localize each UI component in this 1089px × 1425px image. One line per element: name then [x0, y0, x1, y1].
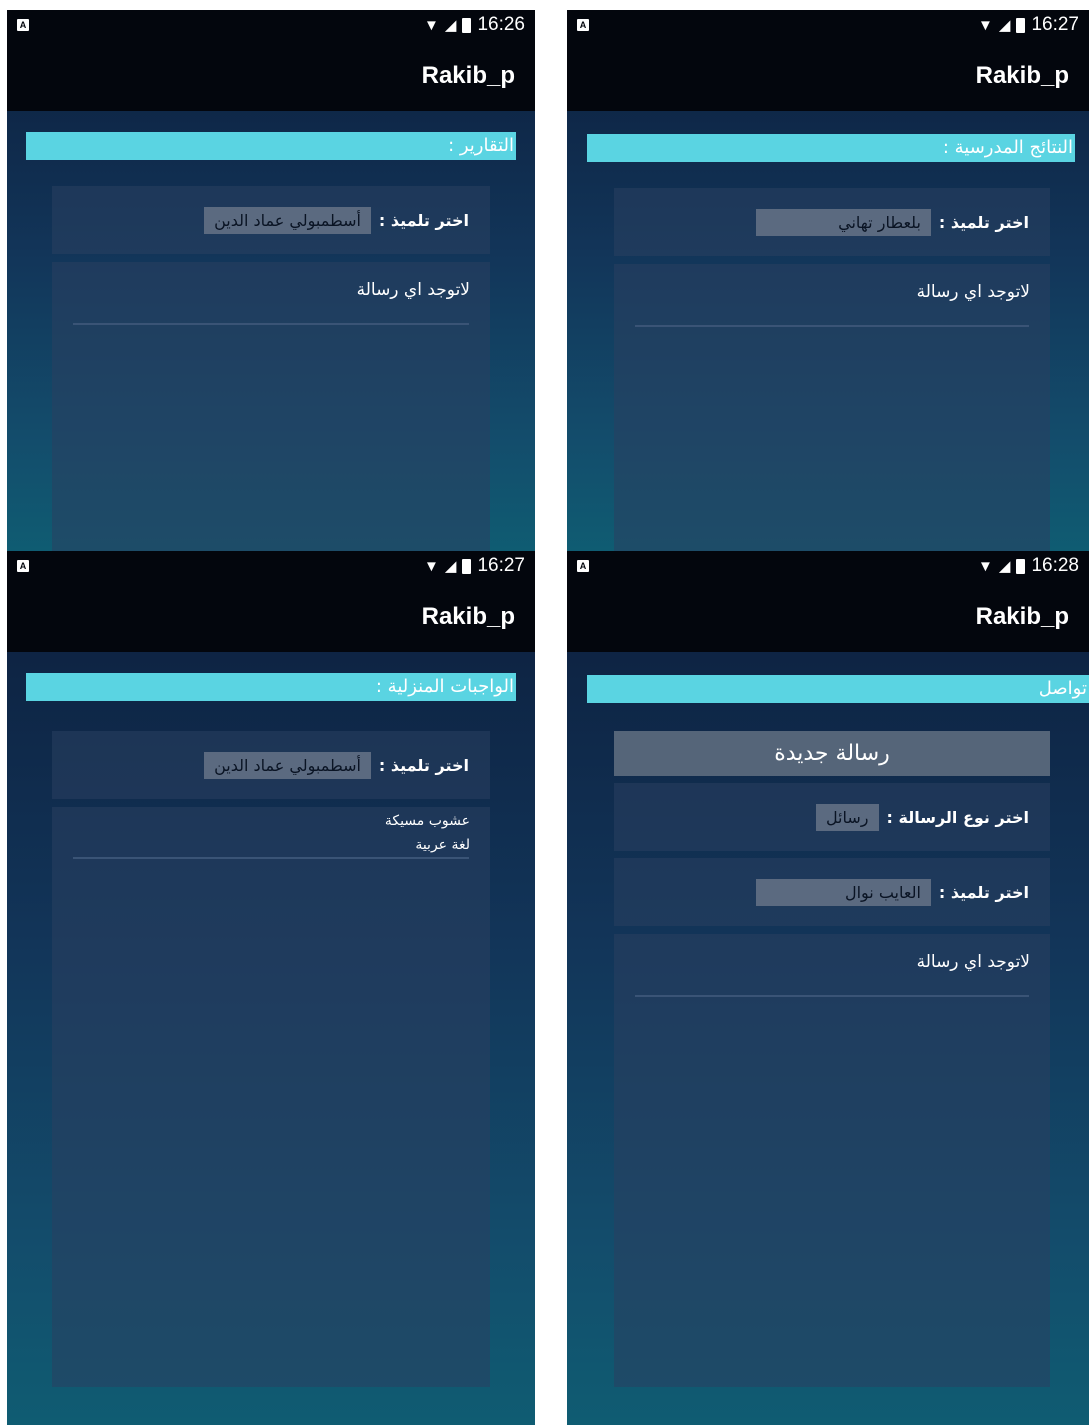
messages-panel: لاتوجد اي رسالة — [614, 934, 1050, 1387]
signal-icon: ◢ — [444, 16, 457, 34]
student-picker-row: اختر تلميذ : أسطمبولي عماد الدين — [52, 186, 490, 254]
section-title: الواجبات المنزلية : — [26, 673, 516, 701]
messages-panel: لاتوجد اي رسالة — [614, 264, 1050, 551]
divider — [635, 995, 1029, 997]
status-bar: A ▼ ◢ 16:28 — [567, 551, 1089, 581]
wifi-icon: ▼ — [424, 557, 439, 575]
app-title: Rakib_p — [567, 40, 1089, 111]
status-bar: A ▼ ◢ 16:27 — [567, 10, 1089, 40]
section-title: التقارير : — [26, 132, 516, 160]
empty-message-text: لاتوجد اي رسالة — [356, 280, 470, 300]
student-picker-label: اختر تلميذ : — [938, 212, 1029, 232]
message-type-label: اختر نوع الرسالة : — [886, 807, 1029, 827]
status-bar: A ▼ ◢ 16:26 — [7, 10, 535, 40]
empty-message-text: لاتوجد اي رسالة — [916, 952, 1030, 972]
status-time: 16:26 — [477, 14, 525, 35]
status-time: 16:28 — [1031, 555, 1079, 576]
section-title: النتائج المدرسية : — [587, 134, 1075, 162]
divider — [73, 323, 469, 325]
battery-charging-icon — [462, 558, 472, 574]
status-time: 16:27 — [1031, 14, 1079, 35]
student-picker-dropdown[interactable]: أسطمبولي عماد الدين — [204, 206, 371, 234]
homework-panel: عشوب مسيكة لغة عربية — [52, 807, 490, 1387]
screen-school-results: A ▼ ◢ 16:27 Rakib_p النتائج المدرسية : ا… — [567, 10, 1089, 551]
wifi-icon: ▼ — [978, 16, 993, 34]
student-picker-dropdown[interactable]: أسطمبولي عماد الدين — [204, 751, 371, 779]
android-notification-icon: A — [17, 19, 29, 31]
android-notification-icon: A — [17, 560, 29, 572]
new-message-button[interactable]: رسالة جديدة — [614, 731, 1050, 776]
empty-message-text: لاتوجد اي رسالة — [916, 282, 1030, 302]
screen-homework: A ▼ ◢ 16:27 Rakib_p الواجبات المنزلية : … — [7, 551, 535, 1425]
student-picker-label: اختر تلميذ : — [378, 755, 469, 775]
app-title: Rakib_p — [7, 581, 535, 652]
messages-panel: لاتوجد اي رسالة — [52, 262, 490, 551]
status-time: 16:27 — [477, 555, 525, 576]
wifi-icon: ▼ — [424, 16, 439, 34]
status-bar: A ▼ ◢ 16:27 — [7, 551, 535, 581]
student-picker-row: اختر تلميذ : العايب نوال — [614, 858, 1050, 926]
student-picker-row: اختر تلميذ : بلعطار تهاني — [614, 188, 1050, 256]
screen-reports: A ▼ ◢ 16:26 Rakib_p التقارير : اختر تلمي… — [7, 10, 535, 551]
student-picker-label: اختر تلميذ : — [938, 882, 1029, 902]
divider — [73, 857, 469, 859]
student-picker-row: اختر تلميذ : أسطمبولي عماد الدين — [52, 731, 490, 799]
wifi-icon: ▼ — [978, 557, 993, 575]
battery-charging-icon — [1016, 17, 1026, 33]
homework-item[interactable]: لغة عربية — [52, 833, 490, 857]
android-notification-icon: A — [577, 560, 589, 572]
student-picker-dropdown[interactable]: العايب نوال — [755, 878, 931, 906]
app-title: Rakib_p — [7, 40, 535, 111]
student-picker-label: اختر تلميذ : — [378, 210, 469, 230]
message-type-dropdown[interactable]: رسائل — [815, 803, 879, 831]
android-notification-icon: A — [577, 19, 589, 31]
signal-icon: ◢ — [998, 557, 1011, 575]
student-picker-dropdown[interactable]: بلعطار تهاني — [755, 208, 931, 236]
battery-charging-icon — [1016, 558, 1026, 574]
app-title: Rakib_p — [567, 581, 1089, 652]
screen-communication: A ▼ ◢ 16:28 Rakib_p تواصل رسالة جديدة اخ… — [567, 551, 1089, 1425]
homework-item[interactable]: عشوب مسيكة — [52, 809, 490, 833]
message-type-row: اختر نوع الرسالة : رسائل — [614, 783, 1050, 851]
signal-icon: ◢ — [444, 557, 457, 575]
section-title: تواصل — [587, 675, 1089, 703]
battery-charging-icon — [462, 17, 472, 33]
divider — [635, 325, 1029, 327]
signal-icon: ◢ — [998, 16, 1011, 34]
